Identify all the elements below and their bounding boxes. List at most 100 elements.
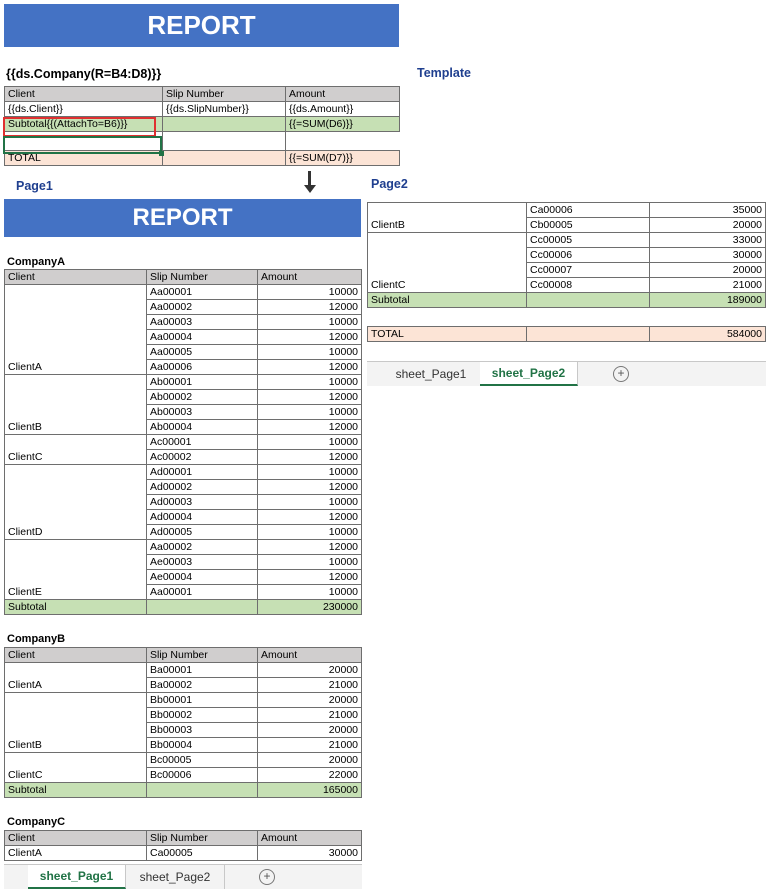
slip-number-cell[interactable]: Ab00004: [146, 419, 258, 435]
amount-cell[interactable]: 12000: [257, 449, 362, 465]
client-cell[interactable]: [4, 299, 147, 315]
subtotal-row-cell[interactable]: 165000: [257, 782, 362, 798]
header-cell[interactable]: Slip Number: [146, 647, 258, 663]
client-cell[interactable]: [4, 539, 147, 555]
slip-number-cell[interactable]: Bc00005: [146, 752, 258, 768]
slip-number-cell[interactable]: Ba00001: [146, 662, 258, 678]
plus-circle-icon[interactable]: +: [613, 366, 629, 382]
slip-number-cell[interactable]: Ad00001: [146, 464, 258, 480]
slip-number-cell[interactable]: Aa00002: [146, 299, 258, 315]
client-cell[interactable]: [4, 509, 147, 525]
amount-cell[interactable]: 12000: [257, 389, 362, 405]
amount-cell[interactable]: 10000: [257, 314, 362, 330]
amount-cell[interactable]: 21000: [257, 707, 362, 723]
slip-number-cell[interactable]: Aa00005: [146, 344, 258, 360]
amount-cell[interactable]: 12000: [257, 569, 362, 585]
template-header-cell[interactable]: Slip Number: [162, 86, 286, 102]
client-cell[interactable]: [4, 389, 147, 405]
slip-number-cell[interactable]: Ad00003: [146, 494, 258, 510]
amount-cell[interactable]: 20000: [257, 662, 362, 678]
slip-number-cell[interactable]: Ca00005: [146, 845, 258, 861]
slip-number-cell[interactable]: Ba00002: [146, 677, 258, 693]
amount-cell[interactable]: 22000: [257, 767, 362, 783]
subtotal-row-cell[interactable]: [526, 292, 650, 308]
amount-cell[interactable]: 30000: [257, 845, 362, 861]
slip-number-cell[interactable]: Cb00005: [526, 217, 650, 233]
client-cell[interactable]: [4, 662, 147, 678]
client-cell[interactable]: [4, 479, 147, 495]
amount-cell[interactable]: 21000: [257, 737, 362, 753]
slip-number-cell[interactable]: Ab00001: [146, 374, 258, 390]
client-cell[interactable]: ClientB: [4, 419, 147, 435]
template-cell[interactable]: [162, 116, 286, 132]
amount-cell[interactable]: 12000: [257, 329, 362, 345]
slip-number-cell[interactable]: Ac00001: [146, 434, 258, 450]
total-row-cell[interactable]: TOTAL: [367, 326, 527, 342]
subtotal-row-cell[interactable]: Subtotal: [367, 292, 527, 308]
tab-sheet-page2[interactable]: sheet_Page2: [126, 865, 225, 889]
client-cell[interactable]: [4, 329, 147, 345]
amount-cell[interactable]: 12000: [257, 509, 362, 525]
slip-number-cell[interactable]: Ca00006: [526, 202, 650, 218]
client-cell[interactable]: [4, 374, 147, 390]
template-cell[interactable]: {{ds.SlipNumber}}: [162, 101, 286, 117]
header-cell[interactable]: Client: [4, 830, 147, 846]
template-header-cell[interactable]: Amount: [285, 86, 400, 102]
amount-cell[interactable]: 20000: [257, 692, 362, 708]
client-cell[interactable]: ClientA: [4, 677, 147, 693]
slip-number-cell[interactable]: Ae00004: [146, 569, 258, 585]
slip-number-cell[interactable]: Ae00003: [146, 554, 258, 570]
client-cell[interactable]: [4, 722, 147, 738]
tab-sheet-page1[interactable]: sheet_Page1: [28, 865, 126, 889]
slip-number-cell[interactable]: Bb00002: [146, 707, 258, 723]
client-cell[interactable]: [4, 464, 147, 480]
amount-cell[interactable]: 10000: [257, 554, 362, 570]
amount-cell[interactable]: 12000: [257, 479, 362, 495]
client-cell[interactable]: [4, 284, 147, 300]
fill-handle[interactable]: [159, 151, 164, 156]
slip-number-cell[interactable]: Cc00007: [526, 262, 650, 278]
amount-cell[interactable]: 20000: [257, 722, 362, 738]
client-cell[interactable]: ClientE: [4, 584, 147, 600]
slip-number-cell[interactable]: Cc00008: [526, 277, 650, 293]
amount-cell[interactable]: 10000: [257, 524, 362, 540]
total-row-cell[interactable]: [526, 326, 650, 342]
client-cell[interactable]: [367, 202, 527, 218]
amount-cell[interactable]: 12000: [257, 539, 362, 555]
slip-number-cell[interactable]: Aa00004: [146, 329, 258, 345]
amount-cell[interactable]: 10000: [257, 374, 362, 390]
client-cell[interactable]: [367, 262, 527, 278]
amount-cell[interactable]: 20000: [649, 217, 766, 233]
client-cell[interactable]: [4, 404, 147, 420]
amount-cell[interactable]: 12000: [257, 299, 362, 315]
tab-sheet-page1[interactable]: sheet_Page1: [382, 362, 481, 386]
slip-number-cell[interactable]: Cc00005: [526, 232, 650, 248]
amount-cell[interactable]: 10000: [257, 584, 362, 600]
client-cell[interactable]: [4, 569, 147, 585]
slip-number-cell[interactable]: Ad00004: [146, 509, 258, 525]
client-cell[interactable]: [4, 554, 147, 570]
client-cell[interactable]: [4, 752, 147, 768]
header-cell[interactable]: Client: [4, 647, 147, 663]
slip-number-cell[interactable]: Aa00001: [146, 584, 258, 600]
client-cell[interactable]: ClientA: [4, 359, 147, 375]
slip-number-cell[interactable]: Bb00004: [146, 737, 258, 753]
client-cell[interactable]: [4, 494, 147, 510]
amount-cell[interactable]: 20000: [649, 262, 766, 278]
slip-number-cell[interactable]: Aa00001: [146, 284, 258, 300]
client-cell[interactable]: ClientC: [4, 449, 147, 465]
header-cell[interactable]: Amount: [257, 830, 362, 846]
template-cell[interactable]: [285, 131, 400, 151]
amount-cell[interactable]: 10000: [257, 464, 362, 480]
subtotal-row-cell[interactable]: Subtotal: [4, 599, 147, 615]
client-cell[interactable]: [4, 707, 147, 723]
slip-number-cell[interactable]: Cc00006: [526, 247, 650, 263]
amount-cell[interactable]: 20000: [257, 752, 362, 768]
slip-number-cell[interactable]: Aa00003: [146, 314, 258, 330]
blank-cell[interactable]: [650, 308, 766, 327]
amount-cell[interactable]: 10000: [257, 494, 362, 510]
plus-circle-icon[interactable]: +: [259, 869, 275, 885]
slip-number-cell[interactable]: Bb00001: [146, 692, 258, 708]
template-cell[interactable]: {{ds.Client}}: [4, 101, 163, 117]
slip-number-cell[interactable]: Ad00005: [146, 524, 258, 540]
